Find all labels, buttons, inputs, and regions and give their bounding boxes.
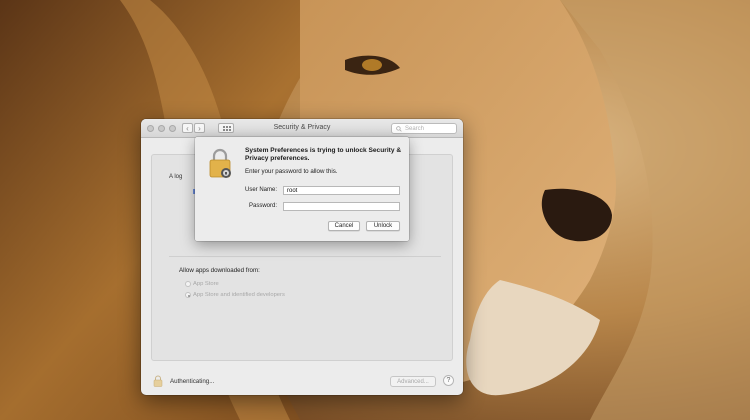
cancel-button[interactable]: Cancel <box>328 221 360 231</box>
radio-button-selected[interactable] <box>185 292 191 298</box>
search-placeholder: Search <box>405 126 425 132</box>
radio-label: App Store <box>193 281 219 287</box>
section-divider <box>169 256 441 257</box>
lock-icon <box>209 148 231 178</box>
radio-button[interactable] <box>185 281 191 287</box>
username-label: User Name: <box>244 187 277 193</box>
dialog-title: System Preferences is trying to unlock S… <box>245 147 402 162</box>
password-label: Password: <box>248 203 277 209</box>
dialog-message: Enter your password to allow this. <box>245 168 338 175</box>
lock-icon[interactable] <box>152 375 164 387</box>
unlock-button[interactable]: Unlock <box>366 221 400 231</box>
authenticating-status: Authenticating... <box>170 378 215 385</box>
partial-label: A log <box>169 174 183 180</box>
authentication-dialog: System Preferences is trying to unlock S… <box>195 137 409 241</box>
titlebar: ‹ › Security & Privacy Search <box>141 119 463 138</box>
radio-app-store[interactable]: App Store <box>185 281 219 287</box>
password-field[interactable] <box>283 202 400 211</box>
radio-label: App Store and identified developers <box>193 292 285 298</box>
advanced-button[interactable]: Advanced... <box>390 376 436 387</box>
username-field[interactable] <box>283 186 400 195</box>
radio-app-store-identified[interactable]: App Store and identified developers <box>185 292 285 298</box>
search-field[interactable]: Search <box>391 123 457 134</box>
allow-apps-label: Allow apps downloaded from: <box>179 267 260 274</box>
search-icon <box>396 126 402 132</box>
help-button[interactable]: ? <box>443 375 454 386</box>
